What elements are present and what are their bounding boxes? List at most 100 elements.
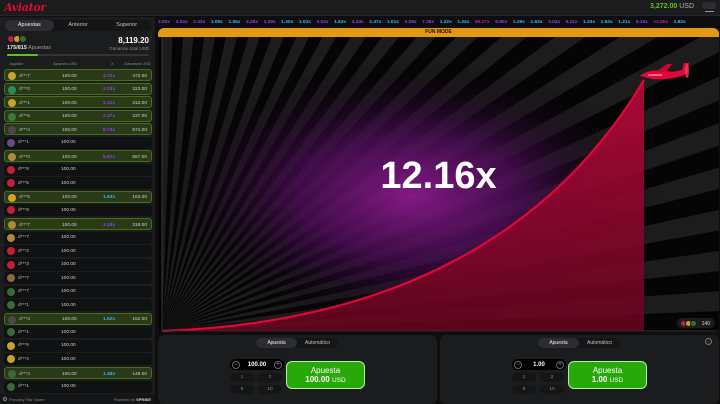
bet-mode-tabs: Apuesta Automático bbox=[256, 338, 338, 348]
history-multiplier: 2.43x bbox=[193, 20, 206, 25]
shield-icon bbox=[3, 397, 7, 401]
avatar bbox=[7, 287, 15, 296]
table-row: d***4 100.00 1.52x 152.00 bbox=[4, 312, 152, 325]
history-multiplier: 5.80x bbox=[495, 20, 508, 25]
cashout-multiplier: 6.74x bbox=[103, 127, 116, 133]
table-row: d***8 100.00 bbox=[4, 163, 152, 176]
plus-icon[interactable]: + bbox=[274, 360, 282, 369]
avatar bbox=[7, 260, 15, 269]
bet-amount: 100.00 bbox=[62, 317, 77, 323]
bet-amount: 100.00 bbox=[61, 140, 76, 146]
cashout-multiplier: 3.18x bbox=[103, 222, 116, 228]
bet-amount: 100.00 bbox=[61, 384, 76, 390]
bet-amount: 100.00 bbox=[62, 195, 77, 201]
balance-currency: USD bbox=[679, 3, 694, 10]
win-amount: 674.00 bbox=[132, 127, 147, 133]
bets-column-headers: Jugador Apuesta USD X Ganancia USD bbox=[5, 60, 151, 68]
table-row: d***1 100.00 bbox=[4, 326, 152, 339]
history-multiplier: 12.85x bbox=[653, 20, 669, 25]
plus-icon[interactable]: + bbox=[556, 360, 564, 369]
win-amount: 152.00 bbox=[132, 317, 147, 323]
tab-auto[interactable]: Automático bbox=[579, 338, 620, 348]
table-row: d***1 100.00 bbox=[4, 136, 152, 149]
bet-amount: 100.00 bbox=[61, 343, 76, 349]
cashout-multiplier: 2.23x bbox=[103, 87, 116, 93]
cashout-multiplier: 2.37x bbox=[103, 114, 116, 120]
quick-amount-button[interactable]: 1 bbox=[230, 373, 254, 382]
history-multiplier: 1.65x bbox=[228, 20, 241, 25]
bettor-avatars bbox=[7, 35, 37, 43]
tab-anterior[interactable]: Anterior bbox=[54, 20, 103, 31]
place-bet-button[interactable]: Apuesta 100.00 USD bbox=[286, 361, 365, 389]
minus-icon[interactable]: − bbox=[514, 360, 522, 369]
cashout-multiplier: 3.12x bbox=[103, 100, 116, 106]
aviator-app: Aviator 3,272.00 USD Apuestas Anterior Sup… bbox=[0, 0, 720, 404]
table-row: d***0 100.00 5.57x 557.00 bbox=[4, 150, 152, 163]
history-multiplier: 1.05x bbox=[210, 20, 223, 25]
quick-amount-button[interactable]: 10 bbox=[258, 385, 282, 394]
minus-icon[interactable]: − bbox=[232, 360, 240, 369]
total-win-amount: 8,119.20 bbox=[118, 36, 149, 45]
player-name: d***7 bbox=[19, 73, 30, 79]
quick-amount-button[interactable]: 1 bbox=[512, 373, 536, 382]
place-bet-button[interactable]: Apuesta 1.00 USD bbox=[568, 361, 647, 389]
history-multiplier: 1.53x bbox=[600, 20, 613, 25]
table-row: d***9 100.00 bbox=[4, 204, 152, 217]
tab-bet[interactable]: Apuesta bbox=[538, 338, 579, 348]
bet-amount-value[interactable]: 1.00 bbox=[522, 362, 556, 368]
avatar bbox=[7, 355, 15, 364]
cashout-multiplier: 5.57x bbox=[103, 154, 116, 160]
bet-amount: 100.00 bbox=[61, 329, 76, 335]
avatar bbox=[7, 341, 15, 350]
powered-by: Powered by SPRIBE bbox=[113, 397, 151, 402]
bet-amount: 100.00 bbox=[61, 248, 76, 254]
history-multiplier: 1.03x bbox=[298, 20, 311, 25]
bet-amount: 100.00 bbox=[62, 100, 77, 106]
quick-amount-button[interactable]: 2 bbox=[540, 373, 564, 382]
avatar bbox=[8, 99, 16, 108]
tab-superior[interactable]: Superior bbox=[102, 20, 151, 31]
history-multiplier: 1.32x bbox=[439, 20, 452, 25]
history-icon[interactable] bbox=[702, 2, 716, 9]
history-multiplier: 1.21x bbox=[618, 20, 631, 25]
tab-auto[interactable]: Automático bbox=[297, 338, 338, 348]
history-multiplier: 3.08x bbox=[404, 20, 417, 25]
cashout-multiplier: 1.52x bbox=[103, 317, 116, 323]
online-count: 140 bbox=[701, 320, 710, 327]
history-multiplier: 4.34x bbox=[351, 20, 364, 25]
quick-amount-button[interactable]: 5 bbox=[230, 385, 254, 394]
history-multiplier: 3.04x bbox=[548, 20, 561, 25]
quick-amount-button[interactable]: 5 bbox=[512, 385, 536, 394]
history-multiplier: 5.11x bbox=[565, 20, 578, 25]
table-row: d***7 100.00 3.18x 318.00 bbox=[4, 218, 152, 231]
bet-amount: 100.00 bbox=[61, 262, 76, 268]
balance-display: 3,272.00 USD bbox=[650, 3, 694, 10]
tab-apuestas[interactable]: Apuestas bbox=[5, 20, 54, 31]
bet-amount-stepper[interactable]: −1.00 + bbox=[512, 359, 566, 370]
player-name: d***6 bbox=[18, 343, 29, 349]
table-row: d***2 100.00 bbox=[4, 245, 152, 258]
bet-amount-stepper[interactable]: −100.00 + bbox=[230, 359, 284, 370]
panel-footer: Provably Fair Game Powered by SPRIBE bbox=[0, 394, 155, 404]
quick-amount-button[interactable]: 10 bbox=[540, 385, 564, 394]
history-multiplier: 1.01x bbox=[386, 20, 399, 25]
player-name: d***4 bbox=[19, 127, 30, 133]
avatar bbox=[8, 85, 16, 94]
bet-panel-2: Apuesta Automático −1.00 +1 2 5 10 Apuesta 1.00 … bbox=[440, 335, 719, 404]
table-row: d***7 100.00 bbox=[4, 231, 152, 244]
bet-amount-value[interactable]: 100.00 bbox=[240, 362, 274, 368]
bets-progress-bar bbox=[7, 54, 149, 56]
player-name: d***8 bbox=[18, 167, 29, 173]
player-name: d***1 bbox=[18, 384, 29, 390]
cashout-multiplier: 4.72x bbox=[103, 73, 116, 79]
col-player: Jugador bbox=[9, 61, 24, 66]
player-name: d***1 bbox=[18, 329, 29, 335]
provably-fair-link[interactable]: Provably Fair Game bbox=[9, 397, 45, 402]
player-name: d***5 bbox=[18, 180, 29, 186]
table-row: d***1 100.00 bbox=[4, 380, 152, 393]
bet-amount: 100.00 bbox=[62, 154, 77, 160]
bets-tabs: Apuestas Anterior Superior bbox=[5, 20, 151, 31]
remove-panel-icon[interactable]: − bbox=[705, 338, 712, 345]
tab-bet[interactable]: Apuesta bbox=[256, 338, 297, 348]
quick-amount-button[interactable]: 2 bbox=[258, 373, 282, 382]
